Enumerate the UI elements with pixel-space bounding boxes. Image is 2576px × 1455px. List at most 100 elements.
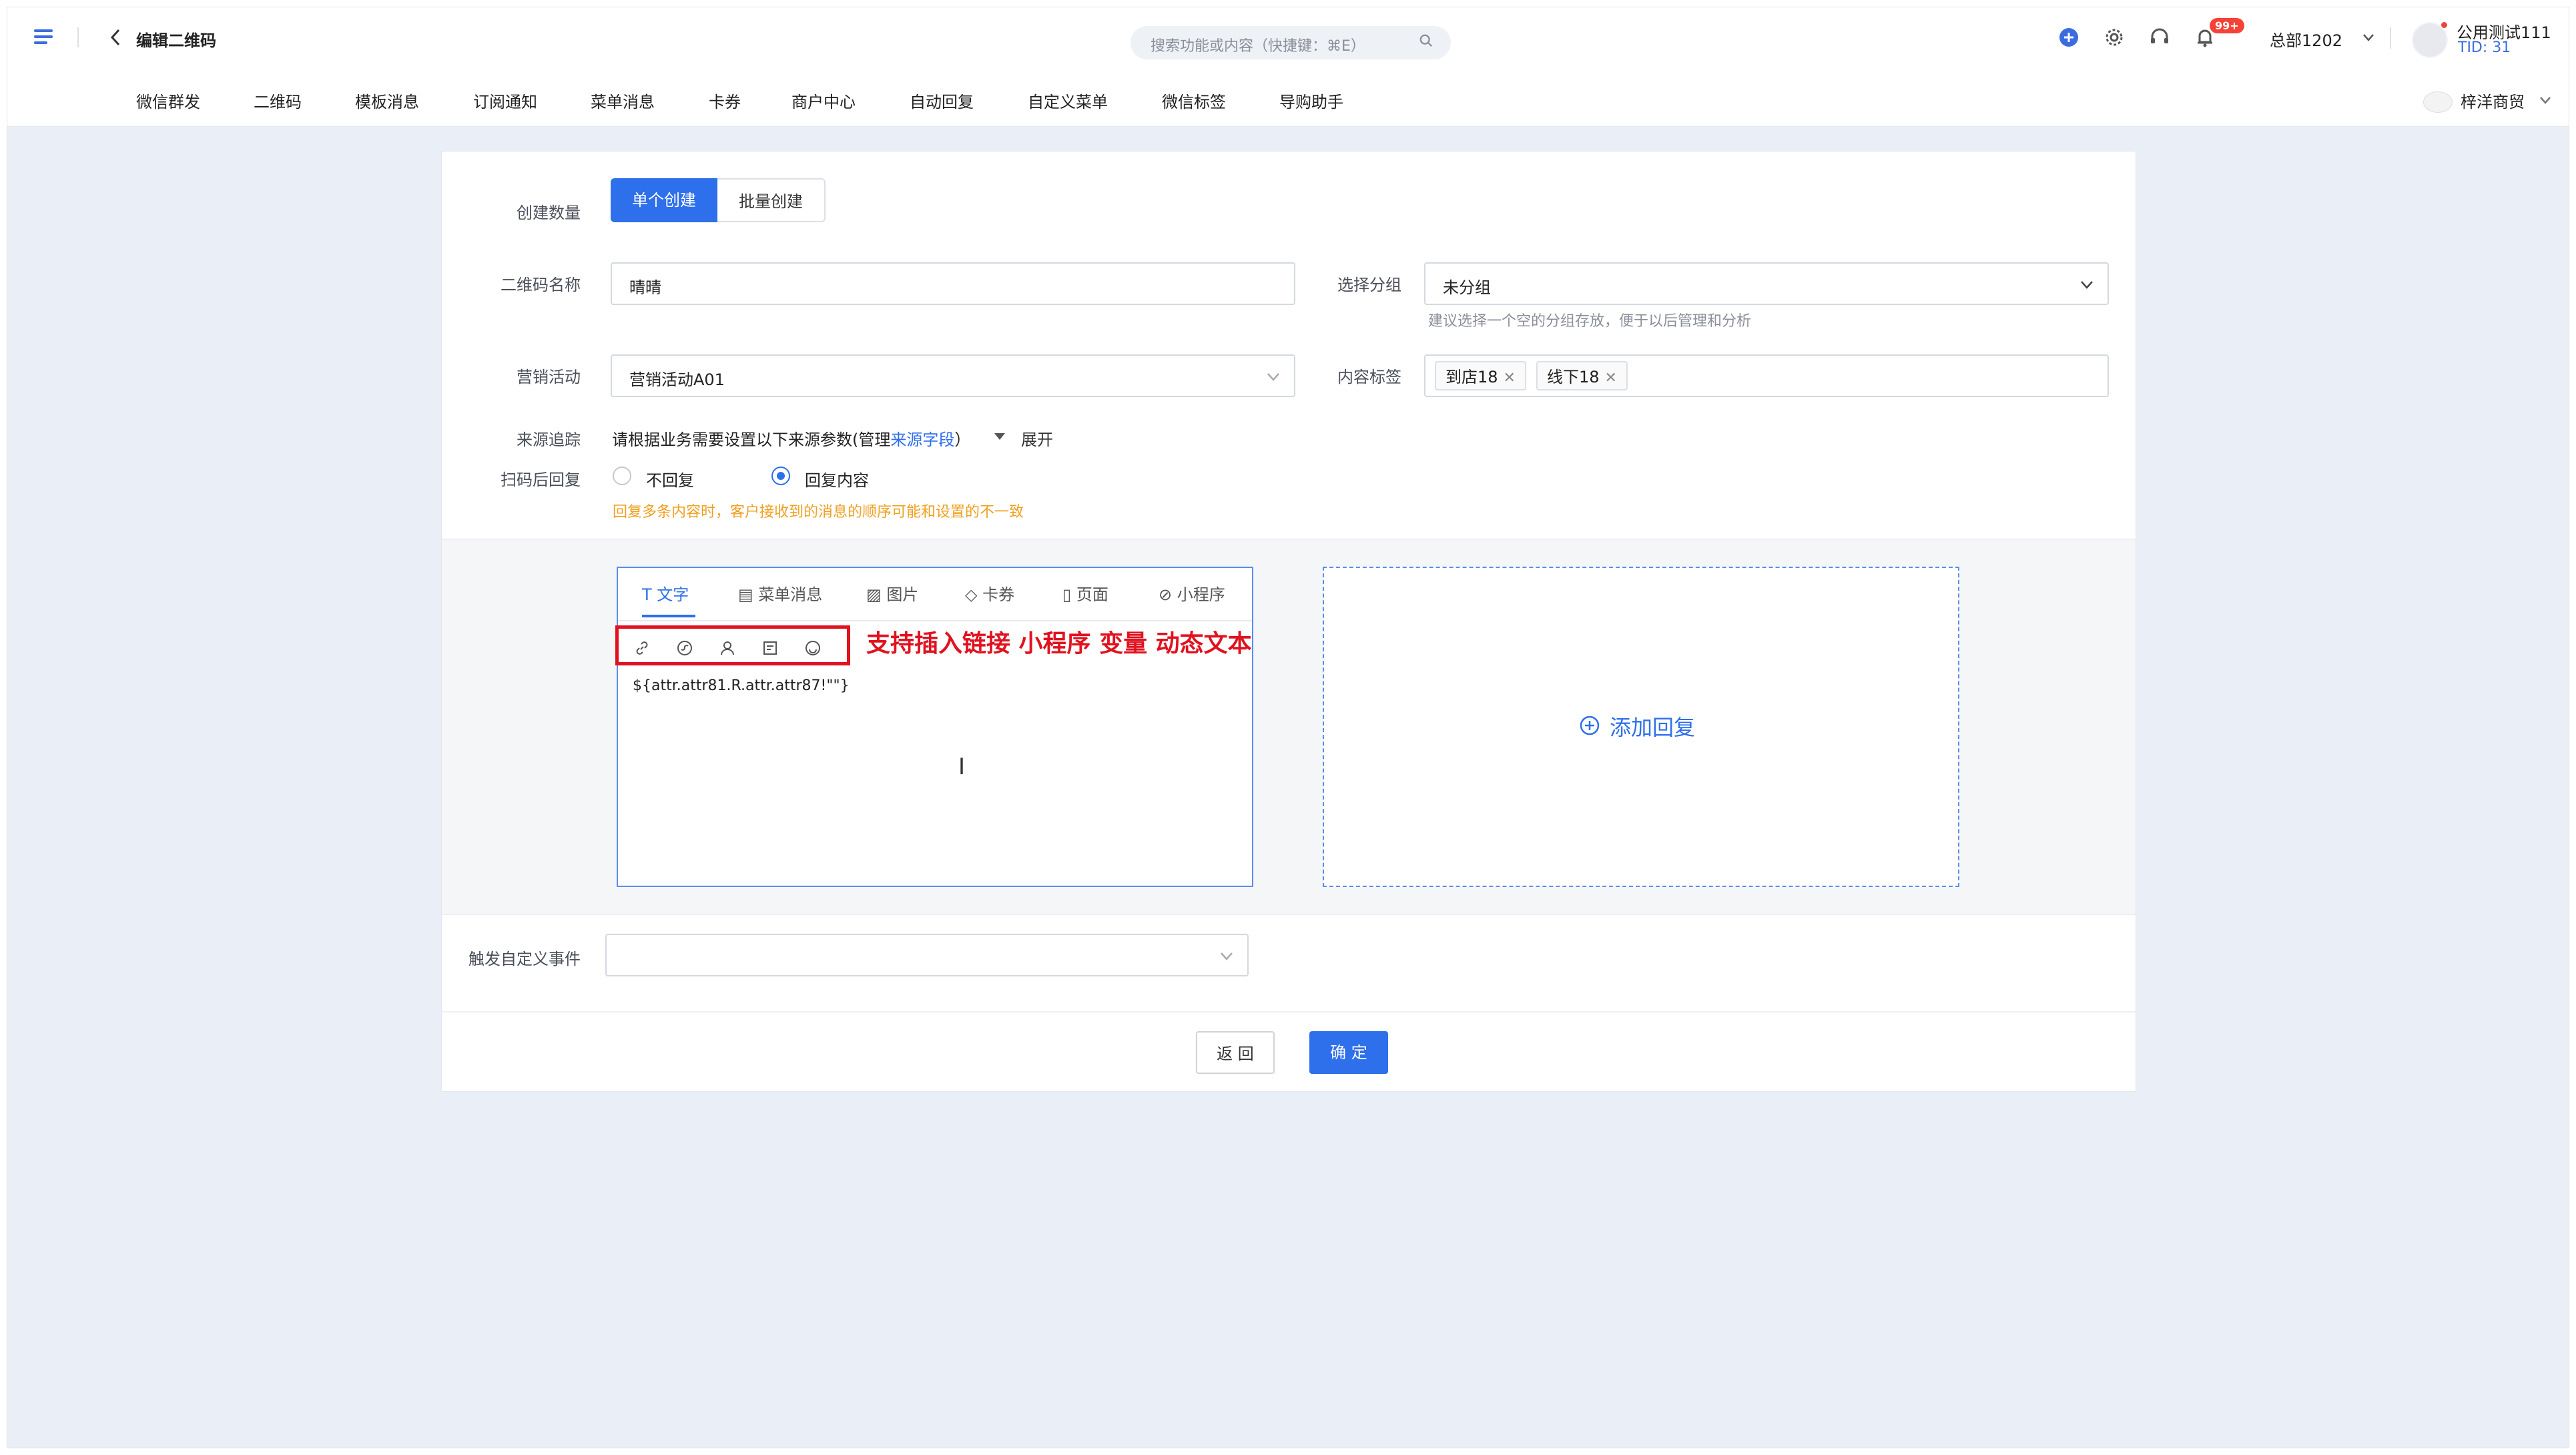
group-select[interactable]: 未分组: [1424, 262, 2109, 305]
single-create-button[interactable]: 单个创建: [611, 178, 717, 222]
module-nav: 微信群发 二维码 模板消息 订阅通知 菜单消息 卡券 商户中心 自动回复 自定义…: [7, 67, 2569, 127]
tab-page[interactable]: ▯ 页面: [1062, 581, 1108, 605]
tag-label: 线下18: [1547, 368, 1600, 386]
nav-item-wechat-broadcast[interactable]: 微信群发: [136, 89, 200, 112]
tab-text-label: 文字: [657, 585, 689, 604]
chevron-down-icon[interactable]: [2361, 30, 2376, 45]
tab-text[interactable]: T 文字: [642, 581, 689, 605]
source-field-link[interactable]: 来源字段: [890, 430, 954, 449]
add-circle-icon: [1580, 715, 1600, 736]
nav-item-custom-menu[interactable]: 自定义菜单: [1028, 89, 1108, 112]
global-search-input[interactable]: 搜索功能或内容（快捷键：⌘E）: [1131, 26, 1451, 59]
tab-image-label: 图片: [886, 585, 919, 604]
nav-item-subscribe-notice[interactable]: 订阅通知: [473, 89, 537, 112]
scan-reply-label: 扫码后回复: [501, 471, 581, 489]
group-hint: 建议选择一个空的分组存放，便于以后管理和分析: [1428, 313, 1752, 330]
insert-emoji-icon[interactable]: [804, 639, 822, 657]
source-description: 请根据业务需要设置以下来源参数(管理: [612, 430, 891, 449]
batch-create-button[interactable]: 批量创建: [717, 178, 826, 222]
source-text: 请根据业务需要设置以下来源参数(管理来源字段）: [612, 426, 970, 450]
nav-item-wechat-tag[interactable]: 微信标签: [1162, 89, 1226, 112]
back-arrow-icon[interactable]: [109, 27, 122, 47]
group-label: 选择分组: [1337, 276, 1401, 294]
qr-name-value: 晴晴: [629, 278, 661, 297]
content-tag-label: 内容标签: [1337, 368, 1401, 386]
divider: [2390, 27, 2391, 49]
settings-gear-icon[interactable]: [2103, 26, 2126, 49]
confirm-button[interactable]: 确 定: [1309, 1031, 1388, 1074]
merchant-selector[interactable]: 梓洋商贸: [2461, 89, 2525, 112]
campaign-value: 营销活动A01: [629, 370, 725, 389]
tab-coupon[interactable]: ◇ 卡券: [965, 581, 1014, 605]
content-tag-input[interactable]: 到店18 ✕ 线下18 ✕: [1424, 354, 2109, 397]
expand-toggle[interactable]: 展开: [1021, 426, 1053, 450]
no-reply-label[interactable]: 不回复: [646, 467, 694, 491]
reply-content-label[interactable]: 回复内容: [805, 467, 869, 491]
merchant-logo: [2423, 91, 2453, 113]
qr-name-input[interactable]: 晴晴: [611, 262, 1295, 305]
insert-variable-user-icon[interactable]: [719, 639, 736, 657]
nav-item-auto-reply[interactable]: 自动回复: [910, 89, 974, 112]
group-value: 未分组: [1443, 278, 1491, 297]
hamburger-menu-icon[interactable]: [34, 29, 53, 44]
status-dot: [2441, 22, 2447, 28]
support-headset-icon[interactable]: [2148, 26, 2171, 49]
search-icon[interactable]: [1419, 33, 1433, 48]
divider: [442, 1011, 2136, 1012]
nav-item-qrcode[interactable]: 二维码: [254, 89, 302, 112]
qrcode-form-card: 创建数量 单个创建 批量创建 二维码名称 晴晴 选择分组 未分组 建议选择一个空…: [441, 151, 2136, 1092]
close-icon[interactable]: ✕: [1504, 370, 1516, 386]
text-cursor-icon: I: [958, 754, 966, 780]
reply-type-tabs: T 文字 ▤ 菜单消息 ▨ 图片 ◇ 卡券 ▯ 页面 ⊘ 小程序: [618, 568, 1252, 621]
chevron-down-icon: [1267, 373, 1279, 381]
nav-item-menu-message[interactable]: 菜单消息: [591, 89, 655, 112]
add-reply-area[interactable]: 添加回复: [1323, 567, 1959, 887]
tab-coupon-label: 卡券: [982, 585, 1015, 604]
nav-item-shopping-assistant[interactable]: 导购助手: [1279, 89, 1343, 112]
reply-content-radio[interactable]: [771, 467, 790, 485]
insert-dynamic-text-icon[interactable]: [761, 639, 779, 657]
active-tab-indicator: [642, 615, 695, 617]
tab-menu-message[interactable]: ▤ 菜单消息: [738, 581, 822, 605]
add-circle-icon[interactable]: [2057, 26, 2080, 49]
reply-text-content[interactable]: ${attr.attr81.R.attr.attr87!""}: [633, 677, 850, 694]
tab-menu-message-label: 菜单消息: [758, 585, 823, 604]
back-button[interactable]: 返 回: [1196, 1031, 1275, 1074]
tab-image[interactable]: ▨ 图片: [866, 581, 918, 605]
create-count-label: 创建数量: [517, 204, 581, 222]
caret-down-icon[interactable]: [992, 430, 1007, 443]
nav-item-coupon[interactable]: 卡券: [709, 89, 741, 112]
tag-chip[interactable]: 线下18 ✕: [1536, 361, 1628, 390]
tab-mini-program[interactable]: ⊘ 小程序: [1159, 581, 1225, 605]
tag-label: 到店18: [1445, 368, 1498, 386]
tab-page-label: 页面: [1076, 585, 1108, 604]
notification-badge: 99+: [2210, 18, 2244, 33]
nav-item-merchant-center[interactable]: 商户中心: [791, 89, 856, 112]
search-placeholder: 搜索功能或内容（快捷键：⌘E）: [1151, 38, 1365, 55]
insert-mini-program-icon[interactable]: [676, 639, 693, 657]
org-selector[interactable]: 总部1202: [2270, 27, 2342, 51]
chevron-down-icon: [2081, 281, 2093, 289]
top-bar: 编辑二维码 搜索功能或内容（快捷键：⌘E） 99+ 总部1202 公用测试111…: [7, 7, 2569, 68]
nav-item-template-message[interactable]: 模板消息: [355, 89, 419, 112]
page-title: 编辑二维码: [136, 31, 216, 50]
custom-event-select[interactable]: [605, 934, 1249, 976]
source-label: 来源追踪: [517, 430, 581, 449]
custom-event-label: 触发自定义事件: [468, 950, 581, 968]
reply-order-warning: 回复多条内容时，客户接收到的消息的顺序可能和设置的不一致: [613, 504, 1024, 521]
reply-editor: T 文字 ▤ 菜单消息 ▨ 图片 ◇ 卡券 ▯ 页面 ⊘ 小程序 支持插入链接 …: [615, 567, 1253, 887]
chevron-down-icon[interactable]: [2538, 93, 2553, 107]
close-icon[interactable]: ✕: [1605, 370, 1617, 386]
insert-link-icon[interactable]: [633, 639, 651, 657]
no-reply-radio[interactable]: [613, 467, 631, 485]
app-window: 编辑二维码 搜索功能或内容（快捷键：⌘E） 99+ 总部1202 公用测试111…: [7, 7, 2569, 1448]
user-tid: TID: 31: [2458, 39, 2511, 56]
toolbar-callout-annotation: 支持插入链接 小程序 变量 动态文本: [866, 630, 1252, 657]
create-mode-toggle: 单个创建 批量创建: [611, 178, 826, 222]
campaign-label: 营销活动: [517, 368, 581, 386]
add-reply-label: 添加回复: [1610, 715, 1696, 740]
divider: [77, 27, 79, 47]
chevron-down-icon: [1221, 952, 1233, 960]
campaign-select[interactable]: 营销活动A01: [611, 354, 1295, 397]
tag-chip[interactable]: 到店18 ✕: [1435, 361, 1526, 390]
